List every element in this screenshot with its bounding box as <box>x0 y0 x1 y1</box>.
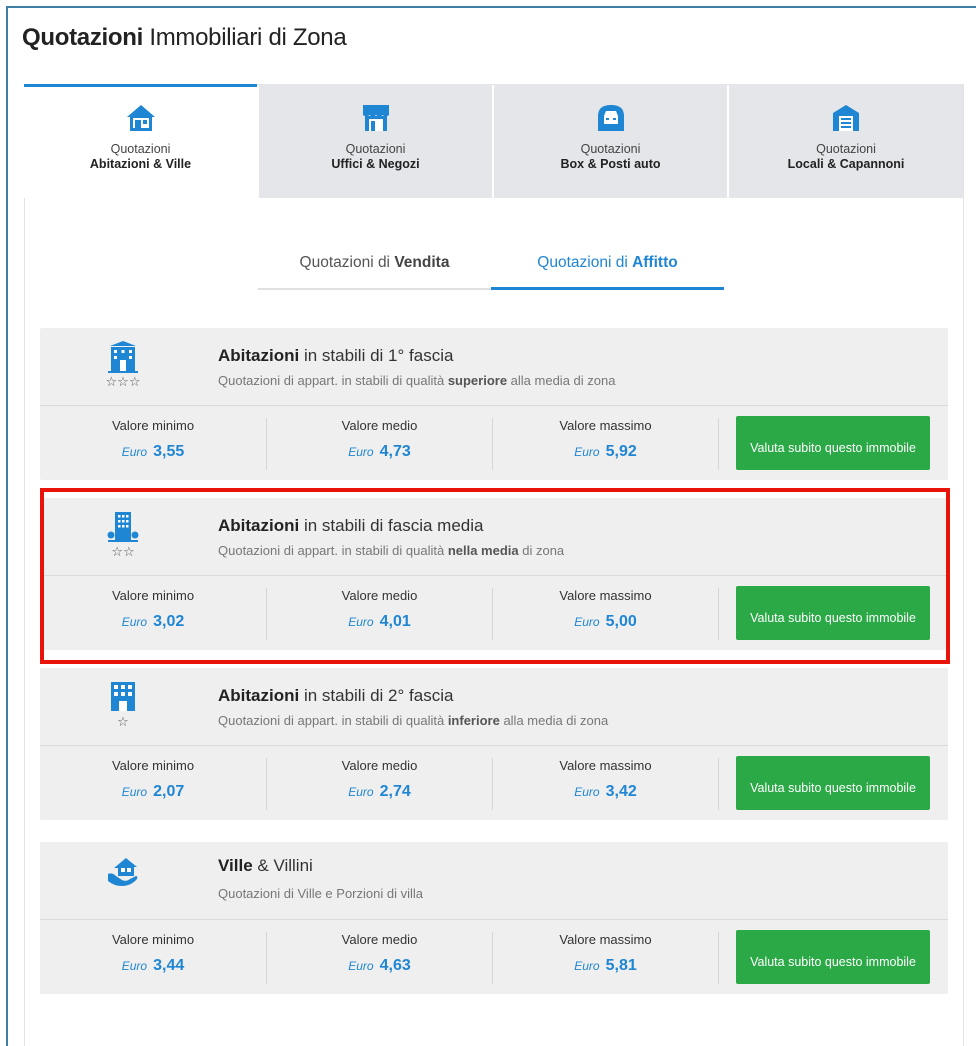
tab-locali-capannoni[interactable]: Quotazioni Locali & Capannoni <box>729 84 963 198</box>
building-2nd-class-icon <box>111 682 135 711</box>
tab-bottom-label: Abitazioni & Ville <box>89 157 192 171</box>
rating-stars: ☆☆☆ <box>105 374 141 389</box>
value-avg: Valore medio Euro 4,73 <box>266 418 492 470</box>
rating-stars: ☆☆ <box>111 544 135 559</box>
divider <box>718 758 719 810</box>
card-subtitle: Quotazioni di appart. in stabili di qual… <box>218 713 609 728</box>
value-min: Valore minimo Euro 3,44 <box>111 932 195 974</box>
warehouse-icon <box>833 105 859 131</box>
tab-top-label: Quotazioni <box>110 142 171 156</box>
building-medium-class-icon <box>107 512 139 542</box>
tab-uffici-negozi[interactable]: Quotazioni Uffici & Negozi <box>259 84 492 198</box>
tab-vendita[interactable]: Quotazioni di Vendita <box>258 240 491 290</box>
valuta-button[interactable]: Valuta subito questo immobile <box>736 586 930 640</box>
value-min: Valore minimo Euro 3,02 <box>111 588 195 630</box>
tab-top-label: Quotazioni <box>580 142 641 156</box>
valuta-button[interactable]: Valuta subito questo immobile <box>736 416 930 470</box>
card-title: Abitazioni in stabili di 2° fascia <box>218 686 454 705</box>
card-stabili-fascia-media: ☆☆ Abitazioni in stabili di fascia media… <box>40 498 948 650</box>
card-subtitle: Quotazioni di appart. in stabili di qual… <box>218 373 616 388</box>
rating-stars: ☆ <box>117 714 129 729</box>
value-avg: Valore medio Euro 4,63 <box>266 932 492 984</box>
villa-hand-icon <box>108 858 138 886</box>
value-max: Valore massimo Euro 5,00 <box>492 588 718 640</box>
page-title: Quotazioni Immobiliari di Zona <box>22 24 347 51</box>
category-tabs: Quotazioni Abitazioni & Ville Quotazioni… <box>24 84 964 198</box>
tab-box-posti-auto[interactable]: Quotazioni Box & Posti auto <box>494 84 727 198</box>
shop-icon <box>362 105 389 131</box>
building-1st-class-icon <box>108 341 138 373</box>
tab-top-label: Quotazioni <box>345 142 406 156</box>
house-icon <box>126 105 155 131</box>
valuta-button[interactable]: Valuta subito questo immobile <box>736 930 930 984</box>
divider <box>718 588 719 640</box>
valuta-button[interactable]: Valuta subito questo immobile <box>736 756 930 810</box>
value-max: Valore massimo Euro 3,42 <box>492 758 718 810</box>
value-max: Valore massimo Euro 5,81 <box>492 932 718 984</box>
value-avg: Valore medio Euro 2,74 <box>266 758 492 810</box>
card-stabili-1-fascia: ☆☆☆ Abitazioni in stabili di 1° fascia Q… <box>40 328 948 480</box>
divider <box>718 932 719 984</box>
value-avg: Valore medio Euro 4,01 <box>266 588 492 640</box>
value-min: Valore minimo Euro 2,07 <box>111 758 195 800</box>
card-title: Abitazioni in stabili di 1° fascia <box>218 346 454 365</box>
tab-bottom-label: Uffici & Negozi <box>331 157 420 171</box>
card-stabili-2-fascia: ☆ Abitazioni in stabili di 2° fascia Quo… <box>40 668 948 820</box>
card-title: Ville & Villini <box>218 856 313 875</box>
tab-abitazioni-ville[interactable]: Quotazioni Abitazioni & Ville <box>24 84 257 198</box>
card-subtitle: Quotazioni di appart. in stabili di qual… <box>218 543 565 558</box>
tab-top-label: Quotazioni <box>816 142 876 156</box>
tab-bottom-label: Box & Posti auto <box>560 157 661 171</box>
tab-bottom-label: Locali & Capannoni <box>787 157 905 171</box>
divider <box>718 418 719 470</box>
transaction-tabs: Quotazioni di Vendita Quotazioni di Affi… <box>258 240 724 290</box>
card-ville-villini: Ville & Villini Quotazioni di Ville e Po… <box>40 842 948 994</box>
tab-affitto[interactable]: Quotazioni di Affitto <box>491 240 724 290</box>
card-title: Abitazioni in stabili di fascia media <box>218 516 484 535</box>
garage-car-icon <box>597 105 624 131</box>
value-min: Valore minimo Euro 3,55 <box>111 418 195 460</box>
value-max: Valore massimo Euro 5,92 <box>492 418 718 470</box>
card-subtitle: Quotazioni di Ville e Porzioni di villa <box>218 886 423 901</box>
